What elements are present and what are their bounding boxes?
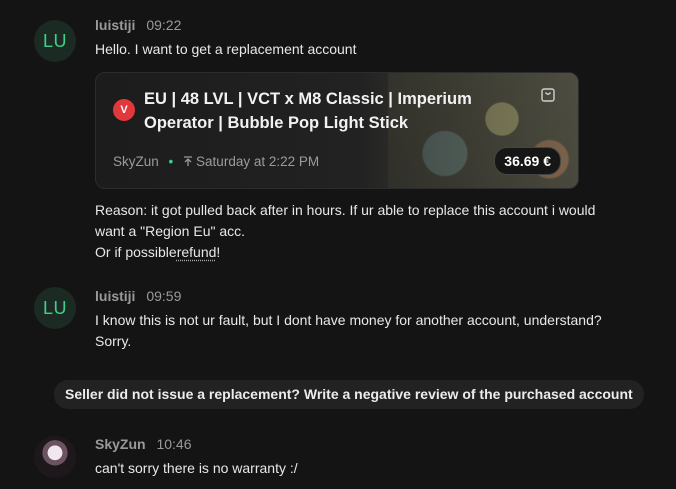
message-time: 10:46: [156, 436, 192, 452]
shopping-bag-icon[interactable]: [540, 87, 556, 103]
product-meta: SkyZun • Saturday at 2:22 PM: [113, 154, 319, 169]
message-header: luistiji 09:59: [95, 288, 181, 304]
reason-line-3: Or if possiblerefund!: [95, 242, 595, 263]
avatar[interactable]: LU: [34, 287, 76, 329]
message-header: luistiji 09:22: [95, 17, 181, 33]
reason-line-3-end: !: [216, 244, 221, 260]
chat-thread: LU luistiji 09:22 Hello. I want to get a…: [0, 0, 676, 489]
message-time: 09:59: [146, 288, 182, 304]
message-1: LU luistiji 09:22 Hello. I want to get a…: [0, 17, 676, 267]
posted-date: Saturday at 2:22 PM: [196, 154, 320, 169]
product-card[interactable]: V EU | 48 LVL | VCT x M8 Classic | Imper…: [95, 72, 579, 189]
seller-name[interactable]: SkyZun: [113, 154, 159, 169]
valorant-icon: V: [113, 99, 135, 121]
price-badge: 36.69 €: [494, 147, 561, 175]
avatar[interactable]: LU: [34, 20, 76, 62]
message-time: 09:22: [146, 17, 182, 33]
message-3: SkyZun 10:46 can't sorry there is no war…: [0, 436, 676, 486]
author-name[interactable]: luistiji: [95, 17, 135, 33]
avatar[interactable]: [34, 436, 76, 478]
message-line-2: Sorry.: [95, 333, 132, 349]
reason-line-3-text: Or if possible: [95, 244, 177, 260]
reason-line-2: want a "Region Eu" acc.: [95, 223, 246, 239]
upload-arrow-icon: [184, 156, 193, 166]
message-text: I know this is not ur fault, but I dont …: [95, 310, 602, 352]
message-line-1: I know this is not ur fault, but I dont …: [95, 312, 602, 328]
message-2: LU luistiji 09:59 I know this is not ur …: [0, 287, 676, 358]
author-name[interactable]: SkyZun: [95, 436, 146, 452]
message-text: Hello. I want to get a replacement accou…: [95, 41, 357, 57]
message-header: SkyZun 10:46: [95, 436, 192, 452]
replacement-notice[interactable]: Seller did not issue a replacement? Writ…: [54, 380, 644, 409]
author-name[interactable]: luistiji: [95, 288, 135, 304]
message-text: can't sorry there is no warranty :/: [95, 460, 298, 476]
refund-link[interactable]: refund: [177, 244, 217, 260]
reason-line-1: Reason: it got pulled back after in hour…: [95, 202, 596, 218]
online-dot-icon: •: [168, 154, 174, 169]
product-title[interactable]: EU | 48 LVL | VCT x M8 Classic | Imperiu…: [144, 87, 524, 135]
reason-text: Reason: it got pulled back after in hour…: [95, 200, 595, 263]
